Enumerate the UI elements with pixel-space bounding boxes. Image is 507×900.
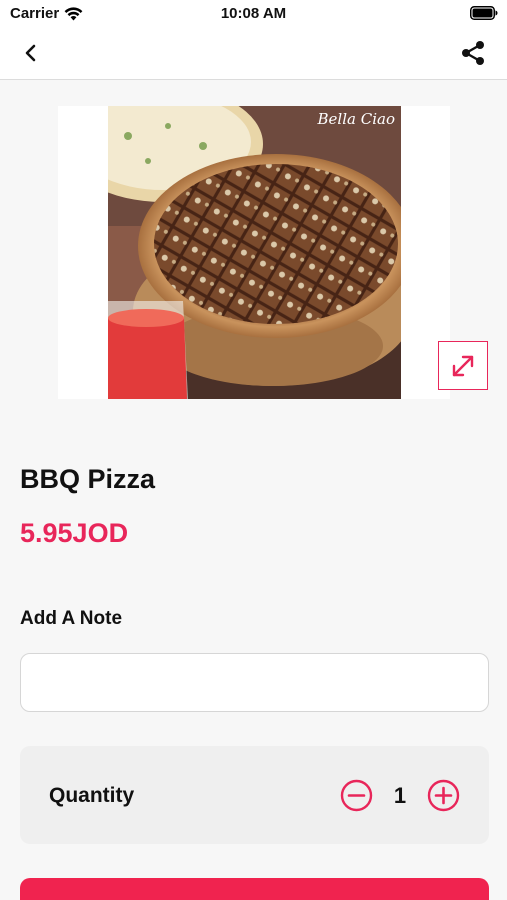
increase-quantity-button[interactable] [427, 779, 460, 812]
product-title: BBQ Pizza [20, 464, 156, 494]
decrease-quantity-button[interactable] [340, 779, 373, 812]
minus-circle-icon [340, 779, 373, 812]
status-time: 10:08 AM [220, 5, 287, 22]
add-to-cart-button[interactable] [20, 878, 489, 900]
plus-circle-icon [427, 779, 460, 812]
photo-brand-watermark: Bella Ciao [317, 110, 395, 128]
back-button[interactable] [18, 40, 44, 66]
navigation-bar [0, 28, 507, 80]
quantity-card: Quantity 1 [20, 746, 489, 844]
product-price: 5.95JOD [20, 518, 129, 548]
share-icon [462, 41, 484, 65]
battery-icon [470, 6, 498, 24]
product-image-card: Bella Ciao [58, 106, 450, 399]
product-photo: Bella Ciao [108, 106, 401, 399]
note-input[interactable] [20, 653, 489, 712]
share-button[interactable] [459, 39, 487, 67]
chevron-left-icon [25, 44, 36, 62]
quantity-value: 1 [393, 783, 407, 808]
quantity-label: Quantity [49, 784, 135, 807]
expand-icon [452, 355, 474, 376]
note-label: Add A Note [20, 608, 123, 629]
expand-image-button[interactable] [438, 341, 488, 390]
status-bar: Carrier 10:08 AM [0, 0, 507, 28]
